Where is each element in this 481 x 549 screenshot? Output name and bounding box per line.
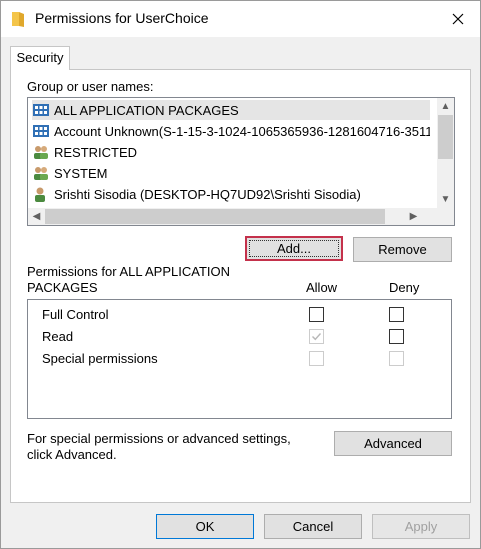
- scroll-up-icon[interactable]: ▲: [437, 98, 454, 115]
- vertical-scroll-thumb[interactable]: [438, 115, 453, 159]
- scrollbar-corner: [437, 208, 454, 225]
- perm-label-full-control: Full Control: [42, 307, 109, 322]
- list-item-srishti-sisodia[interactable]: Srishti Sisodia (DESKTOP-HQ7UD92\Srishti…: [32, 184, 430, 204]
- read-deny-checkbox[interactable]: [389, 329, 404, 344]
- permissions-heading-line1: Permissions for ALL APPLICATION: [27, 264, 231, 279]
- checkmark-icon: [312, 333, 322, 341]
- permissions-heading-line2: PACKAGES: [27, 280, 98, 295]
- close-button[interactable]: [445, 7, 471, 31]
- ok-button[interactable]: OK: [156, 514, 254, 539]
- list-item-restricted[interactable]: RESTRICTED: [32, 142, 430, 162]
- advanced-note-line1: For special permissions or advanced sett…: [27, 431, 291, 446]
- close-icon: [452, 13, 464, 25]
- apply-button[interactable]: Apply: [372, 514, 470, 539]
- list-item-system[interactable]: SYSTEM: [32, 163, 430, 183]
- users-group-icon: [34, 167, 48, 180]
- tab-security-label: Security: [16, 50, 64, 65]
- perm-label-special-permissions: Special permissions: [42, 351, 158, 366]
- group-user-list[interactable]: ALL APPLICATION PACKAGES Account Unknown…: [27, 97, 455, 226]
- tab-security[interactable]: Security: [10, 46, 70, 70]
- horizontal-scroll-thumb[interactable]: [45, 209, 385, 224]
- advanced-button[interactable]: Advanced: [334, 431, 452, 456]
- title-bar[interactable]: Permissions for UserChoice: [1, 1, 480, 37]
- user-icon: [35, 187, 45, 202]
- list-item-label: Account Unknown(S-1-15-3-1024-1065365936…: [54, 123, 430, 139]
- read-allow-checkbox[interactable]: [309, 329, 324, 344]
- package-group-icon: [33, 104, 49, 116]
- folder-icon: [12, 12, 24, 27]
- list-item-label: RESTRICTED: [54, 144, 138, 160]
- special-permissions-deny-checkbox[interactable]: [389, 351, 404, 366]
- scroll-down-icon[interactable]: ▼: [437, 191, 454, 208]
- horizontal-scrollbar[interactable]: ◀ ▶: [28, 208, 438, 225]
- perm-label-read: Read: [42, 329, 74, 344]
- list-item-all-application-packages[interactable]: ALL APPLICATION PACKAGES: [32, 100, 430, 120]
- list-item-label: Srishti Sisodia (DESKTOP-HQ7UD92\Srishti…: [54, 186, 361, 202]
- special-permissions-allow-checkbox[interactable]: [309, 351, 324, 366]
- permissions-dialog: Permissions for UserChoice Security Grou…: [0, 0, 481, 549]
- scroll-left-icon[interactable]: ◀: [28, 208, 45, 225]
- list-item-label: SYSTEM: [54, 165, 108, 181]
- window-title: Permissions for UserChoice: [35, 10, 209, 26]
- unknown-account-icon: [33, 125, 49, 137]
- advanced-note-line2: click Advanced.: [27, 447, 117, 462]
- full-control-deny-checkbox[interactable]: [389, 307, 404, 322]
- full-control-allow-checkbox[interactable]: [309, 307, 324, 322]
- scroll-right-icon[interactable]: ▶: [405, 208, 422, 225]
- cancel-button[interactable]: Cancel: [264, 514, 362, 539]
- list-item-label: ALL APPLICATION PACKAGES: [54, 102, 239, 118]
- allow-column-header: Allow: [306, 280, 338, 295]
- deny-column-header: Deny: [389, 280, 420, 295]
- add-button[interactable]: Add...: [245, 236, 343, 261]
- list-item-account-unknown[interactable]: Account Unknown(S-1-15-3-1024-1065365936…: [32, 121, 430, 141]
- remove-button[interactable]: Remove: [353, 237, 452, 262]
- vertical-scrollbar[interactable]: ▲ ▼: [437, 98, 454, 208]
- users-group-icon: [34, 146, 48, 159]
- permissions-list: Full Control Read Special permissions: [27, 299, 452, 419]
- group-names-heading: Group or user names:: [27, 79, 154, 94]
